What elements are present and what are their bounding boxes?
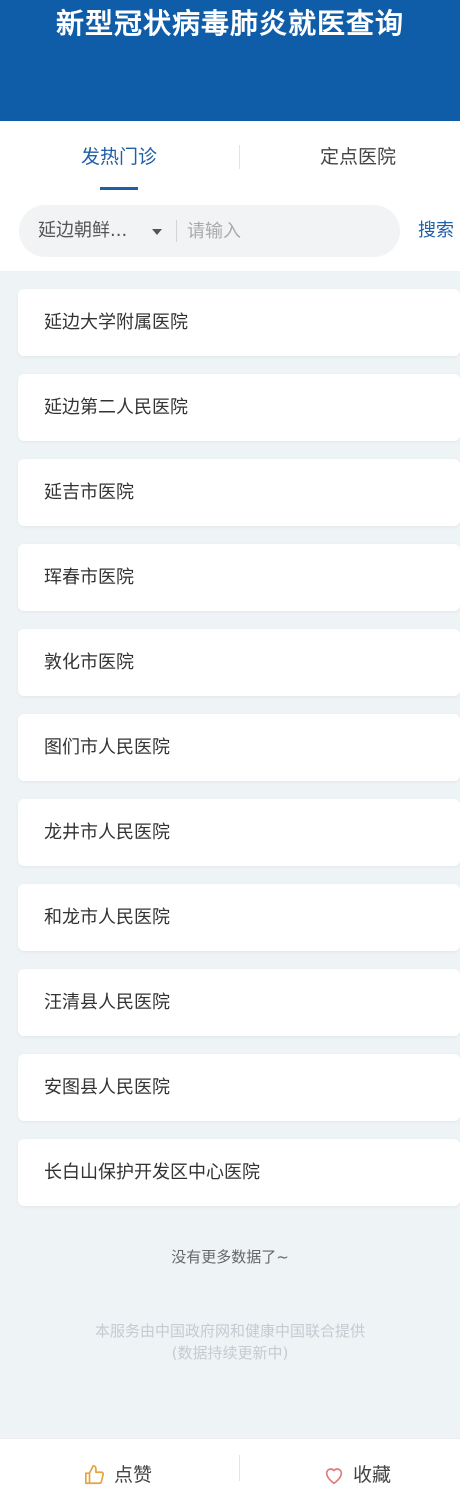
thumbs-up-icon	[85, 1465, 105, 1485]
footer-note-line: (数据持续更新中)	[171, 1344, 289, 1362]
hospital-name: 安图县人民医院	[44, 1077, 170, 1098]
search-divider	[176, 220, 177, 242]
search-box: 延边朝鲜...	[19, 205, 400, 257]
hospital-name: 延边大学附属医院	[44, 312, 188, 333]
list-item[interactable]: 龙井市人民医院	[18, 799, 460, 866]
filter-panel: 发热门诊 定点医院 延边朝鲜... 搜索	[0, 121, 460, 271]
favorite-label: 收藏	[353, 1464, 392, 1486]
page-title: 新型冠状病毒肺炎就医查询	[55, 7, 404, 40]
bottom-bar-divider	[239, 1455, 240, 1481]
hospital-name: 敦化市医院	[44, 652, 134, 673]
list-item[interactable]: 和龙市人民医院	[18, 884, 460, 951]
list-item[interactable]: 敦化市医院	[18, 629, 460, 696]
tab-designated-hospital[interactable]: 定点医院	[248, 121, 460, 193]
app-header: 新型冠状病毒肺炎就医查询	[0, 0, 460, 121]
favorite-button[interactable]: 收藏	[250, 1439, 450, 1509]
region-select-value: 延边朝鲜...	[38, 220, 128, 241]
search-button[interactable]: 搜索	[418, 205, 454, 257]
footer-note-line: 本服务由中国政府网和健康中国联合提供	[94, 1322, 365, 1340]
caret-down-icon	[152, 229, 162, 235]
like-button[interactable]: 点赞	[20, 1439, 220, 1509]
hospital-name: 龙井市人民医院	[44, 822, 170, 843]
list-item[interactable]: 延吉市医院	[18, 459, 460, 526]
list-item[interactable]: 汪清县人民医院	[18, 969, 460, 1036]
hospital-name: 图们市人民医院	[44, 737, 170, 758]
hospital-name: 珲春市医院	[44, 567, 134, 588]
tab-fever-clinic[interactable]: 发热门诊	[9, 121, 229, 193]
hospital-name: 延吉市医院	[44, 482, 134, 503]
hospital-name: 和龙市人民医院	[44, 907, 170, 928]
search-input[interactable]	[187, 213, 387, 249]
list-item[interactable]: 延边第二人民医院	[18, 374, 460, 441]
list-end-text: 没有更多数据了~	[171, 1248, 289, 1266]
like-label: 点赞	[114, 1464, 153, 1486]
region-select[interactable]: 延边朝鲜...	[19, 205, 177, 257]
heart-icon	[325, 1468, 343, 1485]
hospital-name: 汪清县人民医院	[44, 992, 170, 1013]
tab-bar: 发热门诊 定点医院	[0, 121, 460, 193]
hospital-name: 延边第二人民医院	[44, 397, 188, 418]
bottom-action-bar: 点赞 收藏	[0, 1438, 460, 1509]
footer-note: 本服务由中国政府网和健康中国联合提供 (数据持续更新中)	[0, 1320, 460, 1364]
list-item[interactable]: 长白山保护开发区中心医院	[18, 1139, 460, 1206]
list-item[interactable]: 安图县人民医院	[18, 1054, 460, 1121]
active-tab-indicator	[100, 187, 138, 190]
list-item[interactable]: 珲春市医院	[18, 544, 460, 611]
tab-divider	[239, 145, 240, 169]
list-item[interactable]: 图们市人民医院	[18, 714, 460, 781]
list-item[interactable]: 延边大学附属医院	[18, 289, 460, 356]
hospital-name: 长白山保护开发区中心医院	[44, 1162, 260, 1183]
